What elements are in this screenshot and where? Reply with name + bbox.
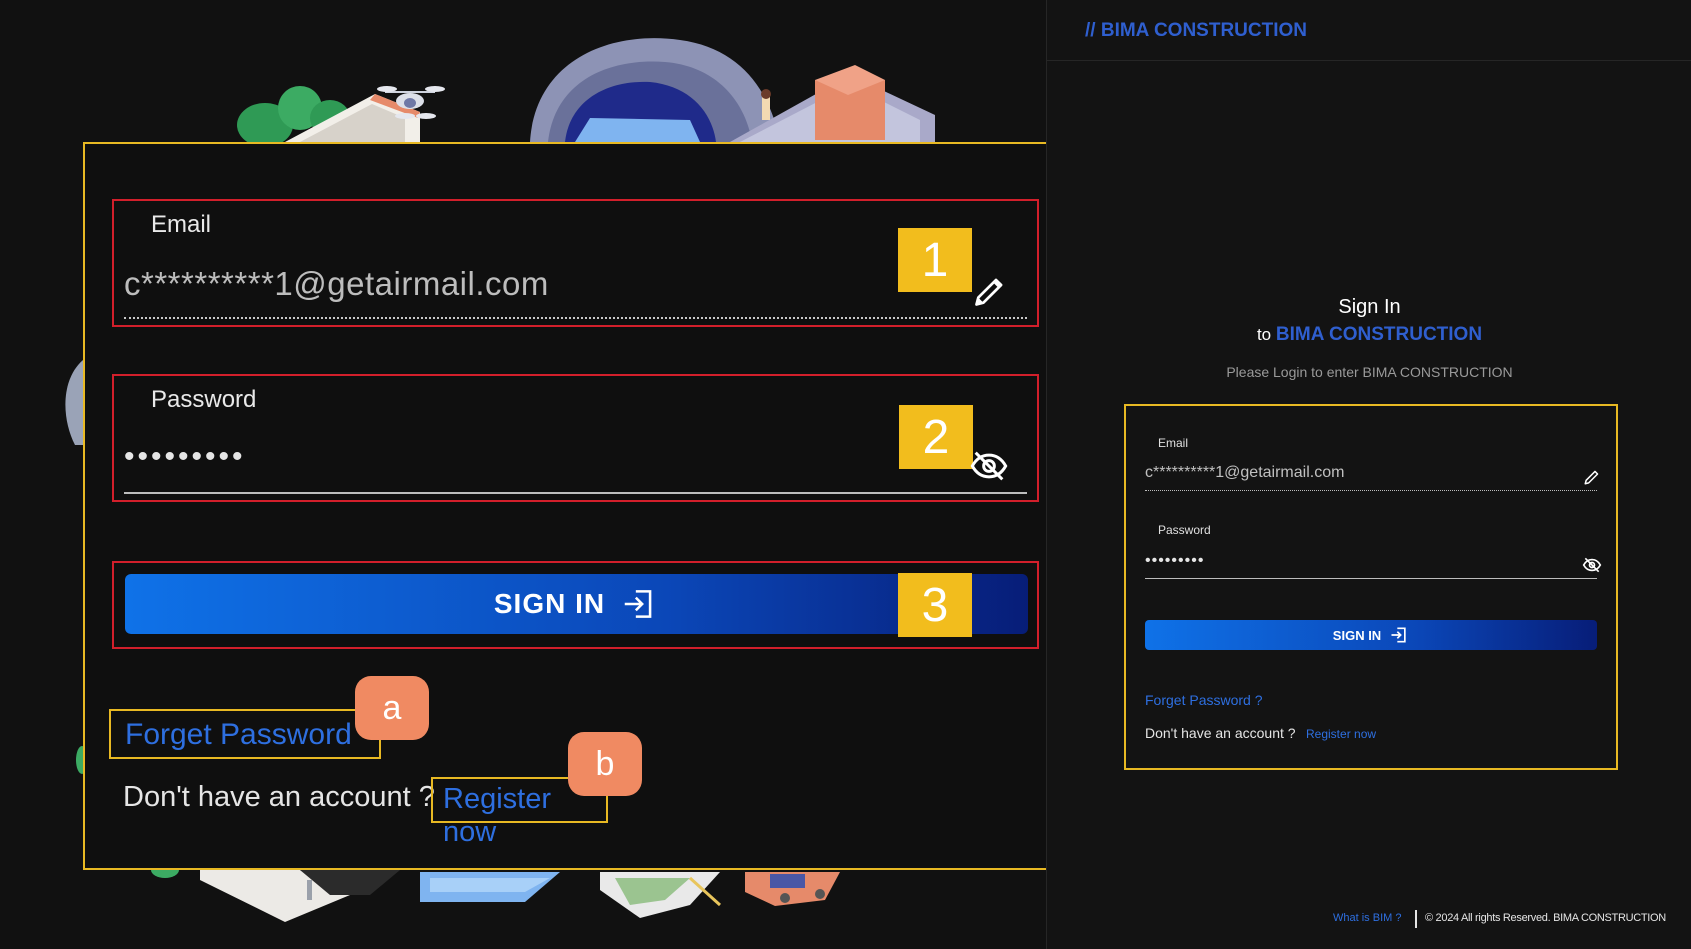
email-field[interactable]: c**********1@getairmail.com bbox=[1145, 464, 1344, 482]
pencil-icon[interactable] bbox=[972, 273, 1008, 309]
zoom-password-label: Password bbox=[151, 386, 257, 413]
zoom-signin-wrapper: SIGN IN 3 bbox=[112, 561, 1039, 649]
zoom-email-field[interactable]: Email c**********1@getairmail.com 1 bbox=[112, 199, 1039, 327]
copyright-text: © 2024 All rights Reserved. BIMA CONSTRU… bbox=[1425, 912, 1666, 924]
zoomed-login-callout: Email c**********1@getairmail.com 1 Pass… bbox=[83, 142, 1066, 870]
email-underline bbox=[1145, 490, 1597, 491]
password-underline bbox=[1145, 578, 1597, 579]
signin-to-prefix: to bbox=[1256, 325, 1272, 344]
zoom-password-value: ••••••••• bbox=[124, 440, 246, 473]
zoom-email-underline bbox=[124, 317, 1027, 319]
signin-instructions: Please Login to enter BIMA CONSTRUCTION bbox=[1226, 364, 1513, 380]
zoom-email-value: c**********1@getairmail.com bbox=[124, 265, 549, 302]
password-field[interactable]: ••••••••• bbox=[1145, 552, 1204, 570]
signin-title: Sign In bbox=[1338, 296, 1401, 318]
password-label: Password bbox=[1158, 523, 1211, 537]
zoom-forget-password-box[interactable]: Forget Password bbox=[109, 709, 381, 759]
zoom-no-account-text: Don't have an account ? bbox=[123, 781, 435, 813]
tag-a: a bbox=[355, 676, 429, 740]
brand-name: BIMA CONSTRUCTION bbox=[1100, 20, 1308, 41]
zoom-signin-label: SIGN IN bbox=[493, 588, 606, 619]
signin-subheading: to BIMA CONSTRUCTION bbox=[1047, 324, 1691, 346]
signin-button[interactable]: SIGN IN bbox=[1145, 620, 1597, 650]
no-account-text: Don't have an account ? bbox=[1145, 725, 1296, 741]
sign-in-arrow-icon bbox=[1391, 627, 1406, 643]
forget-password-link[interactable]: Forget Password ? bbox=[1145, 692, 1263, 708]
badge-2: 2 bbox=[899, 405, 973, 469]
zoom-forget-password-link[interactable]: Forget Password bbox=[125, 718, 352, 752]
badge-3: 3 bbox=[898, 573, 972, 637]
badge-1: 1 bbox=[898, 228, 972, 292]
register-link[interactable]: Register now bbox=[1306, 727, 1376, 741]
signin-label: SIGN IN bbox=[1332, 627, 1382, 643]
eye-off-icon[interactable] bbox=[1582, 555, 1602, 575]
sign-in-arrow-icon bbox=[624, 590, 652, 618]
brand-header[interactable]: // BIMA CONSTRUCTION bbox=[1085, 20, 1307, 42]
zoom-signin-button[interactable]: SIGN IN bbox=[125, 574, 1028, 634]
zoom-password-field[interactable]: Password ••••••••• 2 bbox=[112, 374, 1039, 502]
email-label: Email bbox=[1158, 436, 1189, 450]
pencil-icon[interactable] bbox=[1583, 468, 1601, 486]
tag-b: b bbox=[568, 732, 642, 796]
eye-off-icon[interactable] bbox=[969, 446, 1009, 486]
zoom-password-underline bbox=[124, 492, 1027, 494]
brand-slashes: // bbox=[1085, 20, 1096, 41]
login-panel: // BIMA CONSTRUCTION Sign In to BIMA CON… bbox=[1046, 0, 1691, 949]
login-form: Email c**********1@getairmail.com Passwo… bbox=[1124, 404, 1618, 770]
signin-to-brand: BIMA CONSTRUCTION bbox=[1275, 324, 1483, 345]
footer-divider bbox=[1415, 910, 1417, 928]
zoom-email-label: Email bbox=[151, 211, 212, 238]
header-divider bbox=[1047, 60, 1691, 61]
what-is-bim-link[interactable]: What is BIM ? bbox=[1333, 912, 1401, 924]
